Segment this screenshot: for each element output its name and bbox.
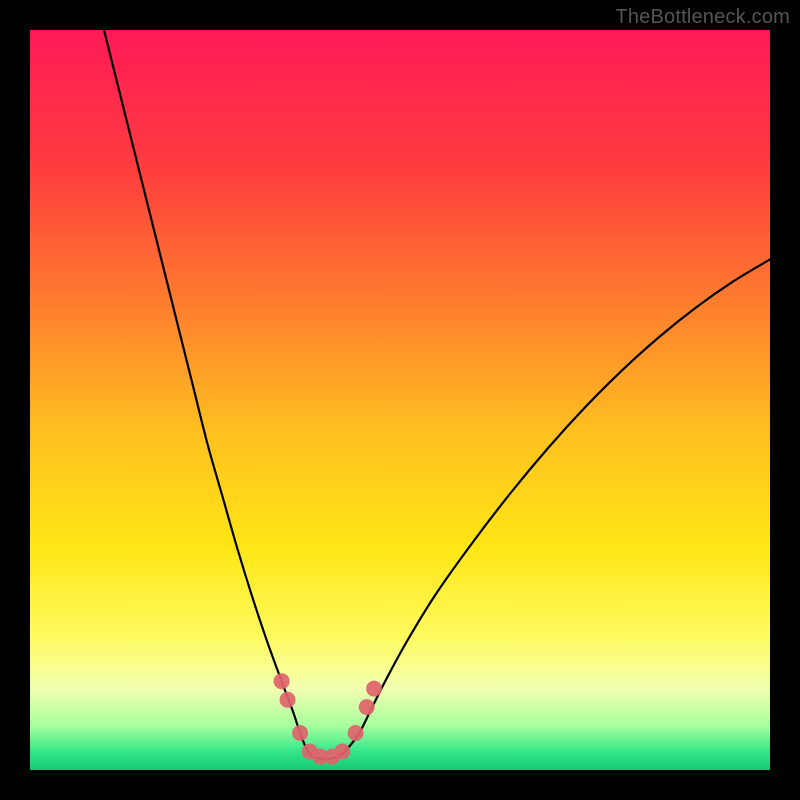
watermark-text: TheBottleneck.com xyxy=(615,6,790,29)
marker-point xyxy=(292,725,308,741)
plot-area xyxy=(30,30,770,770)
marker-point xyxy=(366,681,382,697)
chart-svg xyxy=(30,30,770,770)
gradient-background xyxy=(30,30,770,770)
outer-frame: TheBottleneck.com xyxy=(0,0,800,800)
marker-point xyxy=(274,673,290,689)
marker-point xyxy=(348,725,364,741)
marker-point xyxy=(334,744,350,760)
marker-point xyxy=(280,692,296,708)
marker-point xyxy=(359,699,375,715)
